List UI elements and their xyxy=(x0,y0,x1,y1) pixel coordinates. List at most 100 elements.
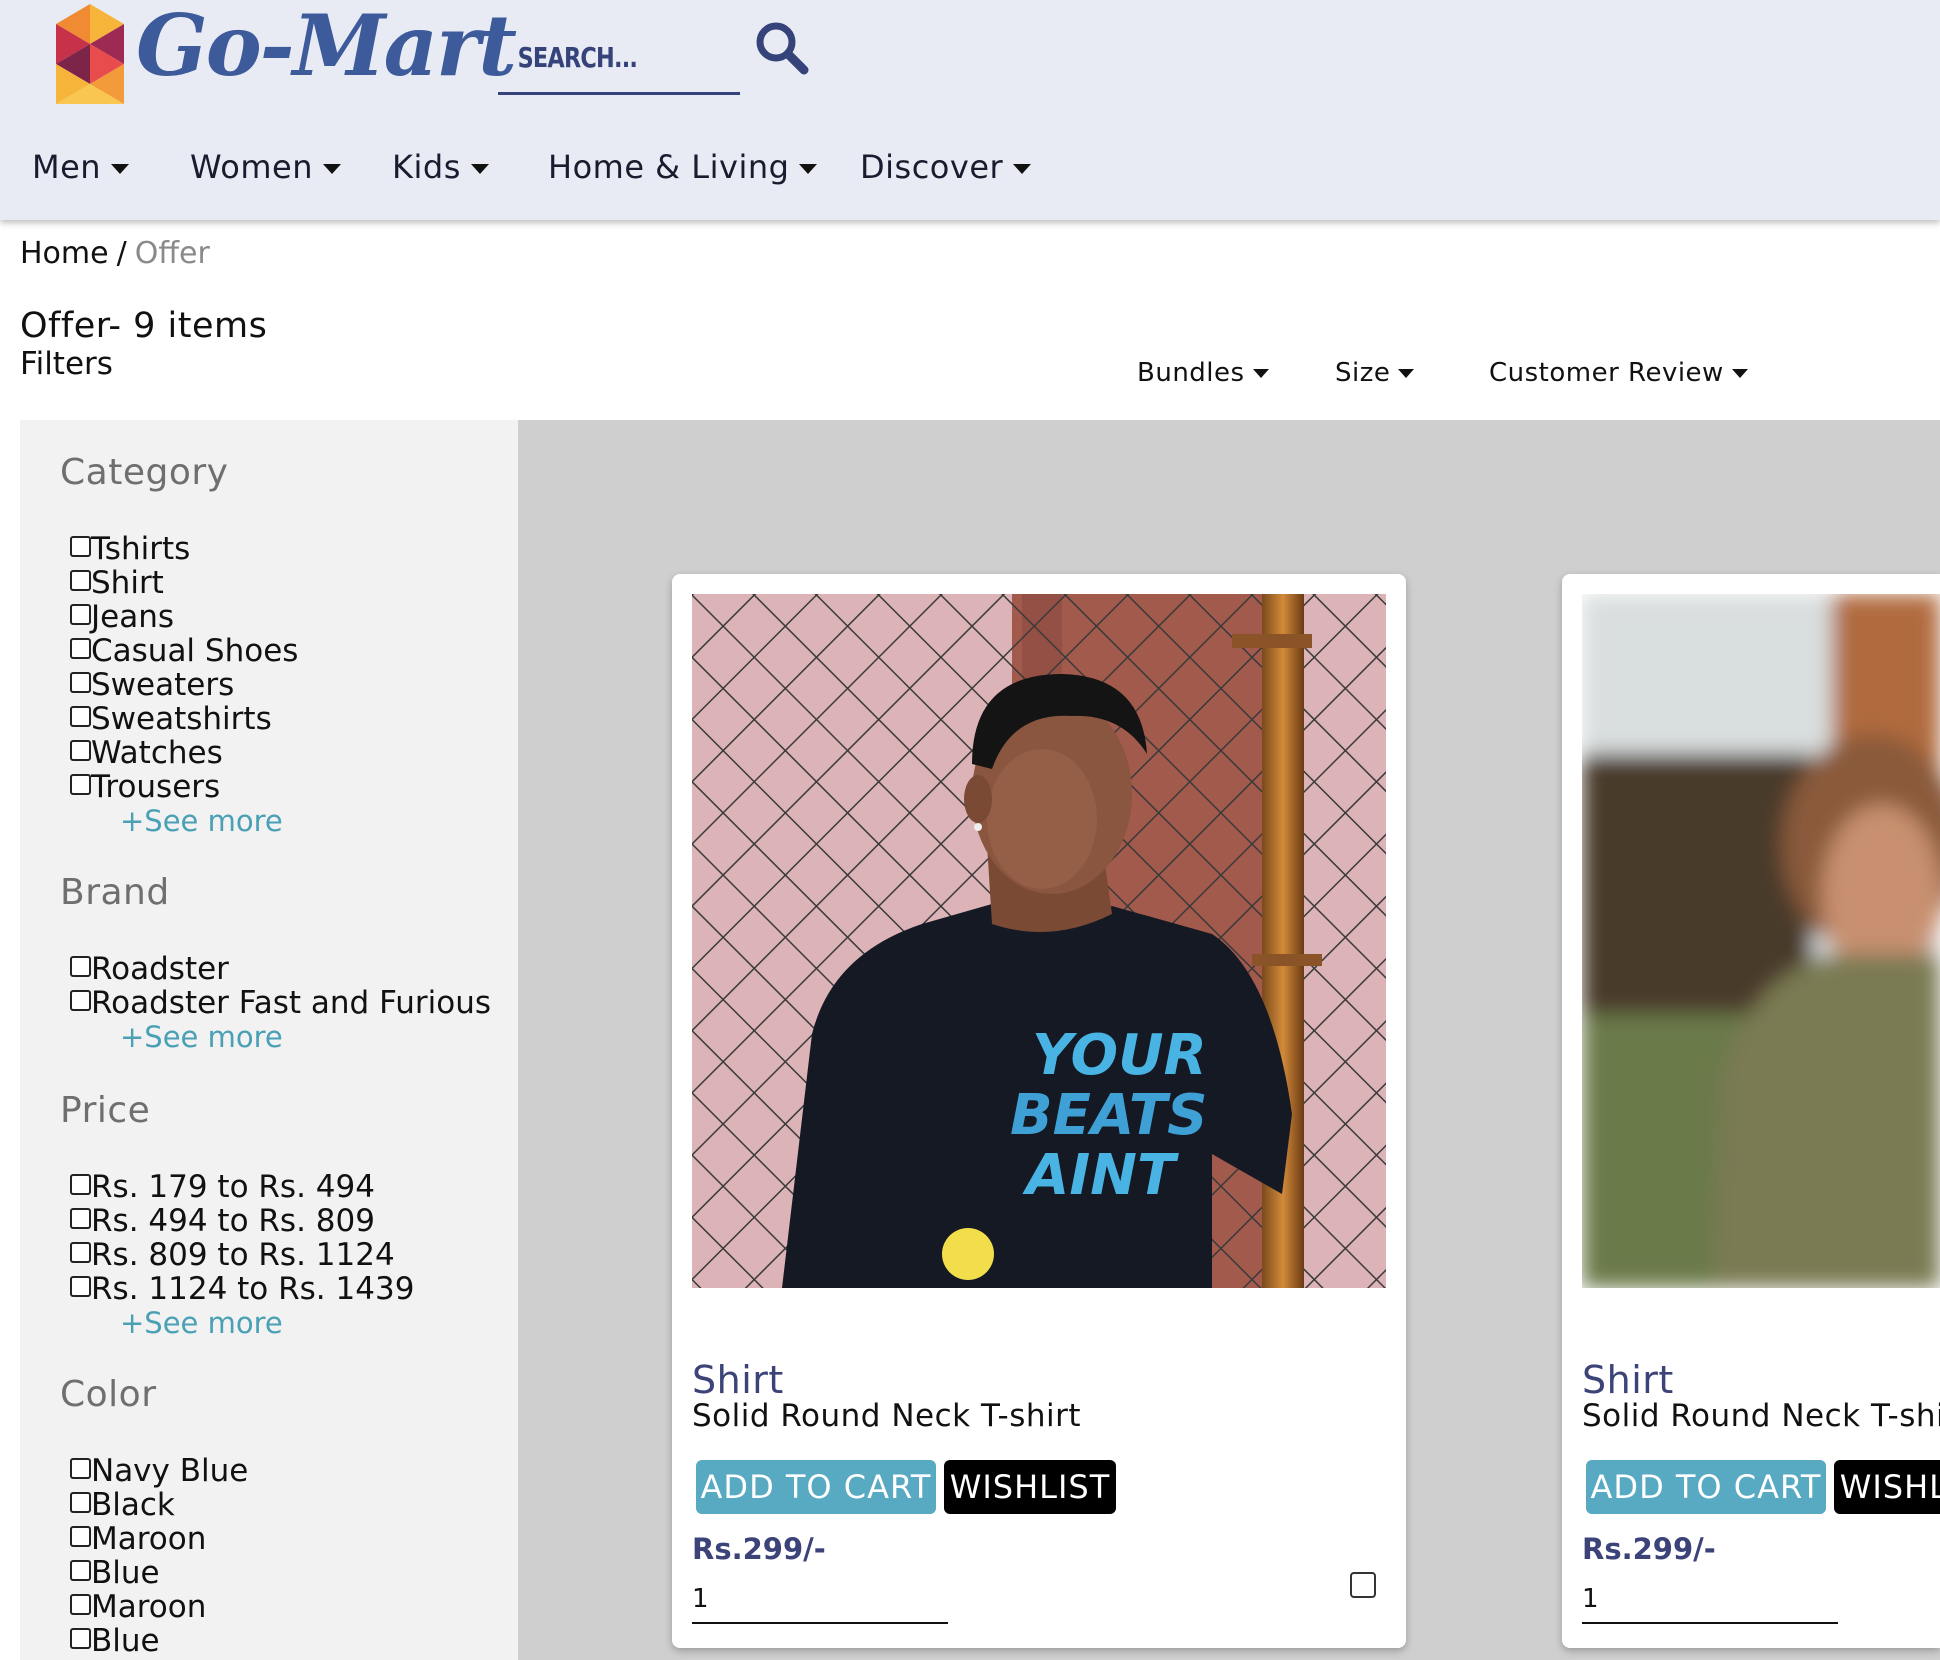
product-name[interactable]: Solid Round Neck T-shirt xyxy=(692,1398,1081,1434)
quantity-input[interactable] xyxy=(1582,1576,1838,1624)
filter-option-label: Rs. 179 to Rs. 494 xyxy=(91,1169,375,1205)
select-checkbox[interactable] xyxy=(1350,1572,1376,1598)
filter-option-label: Roadster Fast and Furious xyxy=(91,985,491,1021)
filter-option-blue-2[interactable]: Blue xyxy=(70,1624,160,1658)
brand-see-more-link[interactable]: +See more xyxy=(120,1020,283,1054)
price-see-more-link[interactable]: +See more xyxy=(120,1306,283,1340)
filter-option-label: Tshirts xyxy=(91,531,191,567)
checkbox[interactable] xyxy=(70,1560,91,1581)
facet-price-title: Price xyxy=(60,1090,151,1131)
checkbox[interactable] xyxy=(70,672,91,693)
filter-option-label: Maroon xyxy=(91,1589,207,1625)
nav-home-living[interactable]: Home & Living xyxy=(548,148,818,186)
checkbox[interactable] xyxy=(70,740,91,761)
caret-down-icon xyxy=(322,164,341,174)
nav-women[interactable]: Women xyxy=(190,148,341,186)
facet-brand-title: Brand xyxy=(60,872,170,913)
add-to-cart-button[interactable]: ADD TO CART xyxy=(1586,1460,1826,1514)
filter-option-blue[interactable]: Blue xyxy=(70,1556,160,1590)
product-image[interactable] xyxy=(1582,594,1940,1288)
filter-option-label: Casual Shoes xyxy=(91,633,299,669)
brand-name[interactable]: Go-Mart xyxy=(136,0,517,95)
breadcrumb-separator: / xyxy=(116,236,127,271)
checkbox[interactable] xyxy=(70,1242,91,1263)
checkbox[interactable] xyxy=(70,638,91,659)
search-input[interactable] xyxy=(516,36,688,78)
checkbox[interactable] xyxy=(70,956,91,977)
wishlist-button[interactable]: WISHLIST xyxy=(1834,1460,1940,1514)
checkbox[interactable] xyxy=(70,570,91,591)
checkbox[interactable] xyxy=(70,536,91,557)
filter-option-casual-shoes[interactable]: Casual Shoes xyxy=(70,634,298,668)
product-price: Rs.299/- xyxy=(692,1532,826,1566)
filter-option-label: Watches xyxy=(91,735,223,771)
checkbox[interactable] xyxy=(70,706,91,727)
filter-option-price-1[interactable]: Rs. 179 to Rs. 494 xyxy=(70,1170,375,1204)
product-card[interactable]: YOUR BEATS AINT Shirt Solid Round Neck T… xyxy=(672,574,1406,1648)
caret-down-icon xyxy=(1731,369,1748,378)
filter-option-label: Rs. 494 to Rs. 809 xyxy=(91,1203,375,1239)
breadcrumb-home-link[interactable]: Home xyxy=(20,236,109,271)
filter-option-label: Shirt xyxy=(91,565,164,601)
quantity-input[interactable] xyxy=(692,1576,948,1624)
search-icon[interactable] xyxy=(752,18,810,76)
filter-option-sweatshirts[interactable]: Sweatshirts xyxy=(70,702,272,736)
filter-option-navy-blue[interactable]: Navy Blue xyxy=(70,1454,248,1488)
caret-down-icon xyxy=(1398,369,1415,378)
checkbox[interactable] xyxy=(70,1174,91,1195)
nav-discover[interactable]: Discover xyxy=(860,148,1032,186)
product-image[interactable]: YOUR BEATS AINT xyxy=(692,594,1386,1288)
checkbox[interactable] xyxy=(70,1594,91,1615)
logo-icon[interactable] xyxy=(56,4,124,104)
category-see-more-link[interactable]: +See more xyxy=(120,804,283,838)
product-type: Shirt xyxy=(1582,1358,1674,1402)
filter-option-label: Sweaters xyxy=(91,667,235,703)
page-title: Offer- 9 items xyxy=(20,306,268,346)
checkbox[interactable] xyxy=(70,1526,91,1547)
search-box xyxy=(498,22,740,95)
caret-down-icon xyxy=(1013,164,1032,174)
checkbox[interactable] xyxy=(70,604,91,625)
nav-men[interactable]: Men xyxy=(32,148,130,186)
filters-label: Filters xyxy=(20,346,113,382)
filter-option-roadster-fast-furious[interactable]: Roadster Fast and Furious xyxy=(70,986,491,1020)
sort-review-dropdown[interactable]: Customer Review xyxy=(1489,358,1748,388)
product-type: Shirt xyxy=(692,1358,784,1402)
product-name[interactable]: Solid Round Neck T-shirt xyxy=(1582,1398,1940,1434)
checkbox[interactable] xyxy=(70,1628,91,1649)
tshirt-print-word: BEATS xyxy=(1010,1083,1207,1148)
filter-option-trousers[interactable]: Trousers xyxy=(70,770,220,804)
filter-option-shirt[interactable]: Shirt xyxy=(70,566,164,600)
filter-option-label: Roadster xyxy=(91,951,229,987)
filter-option-tshirts[interactable]: Tshirts xyxy=(70,532,190,566)
filter-option-label: Blue xyxy=(91,1555,160,1591)
filter-option-price-3[interactable]: Rs. 809 to Rs. 1124 xyxy=(70,1238,395,1272)
filter-option-maroon[interactable]: Maroon xyxy=(70,1522,206,1556)
sort-bundles-dropdown[interactable]: Bundles xyxy=(1137,358,1269,388)
nav-women-label: Women xyxy=(190,148,313,186)
nav-kids[interactable]: Kids xyxy=(392,148,489,186)
filter-option-maroon-2[interactable]: Maroon xyxy=(70,1590,206,1624)
checkbox[interactable] xyxy=(70,774,91,795)
checkbox[interactable] xyxy=(70,990,91,1011)
product-card[interactable]: Shirt Solid Round Neck T-shirt ADD TO CA… xyxy=(1562,574,1940,1648)
filter-option-label: Blue xyxy=(91,1623,160,1659)
checkbox[interactable] xyxy=(70,1492,91,1513)
filter-option-sweaters[interactable]: Sweaters xyxy=(70,668,234,702)
sort-bundles-label: Bundles xyxy=(1137,358,1245,388)
checkbox[interactable] xyxy=(70,1208,91,1229)
site-header: Go-Mart Men Women Kids Home & Living Dis… xyxy=(0,0,1940,220)
nav-kids-label: Kids xyxy=(392,148,461,186)
filter-option-roadster[interactable]: Roadster xyxy=(70,952,229,986)
wishlist-button[interactable]: WISHLIST xyxy=(944,1460,1116,1514)
filter-option-jeans[interactable]: Jeans xyxy=(70,600,174,634)
add-to-cart-button[interactable]: ADD TO CART xyxy=(696,1460,936,1514)
filter-option-black[interactable]: Black xyxy=(70,1488,175,1522)
checkbox[interactable] xyxy=(70,1458,91,1479)
tshirt-print-word: YOUR xyxy=(1032,1023,1207,1088)
filter-option-watches[interactable]: Watches xyxy=(70,736,223,770)
filter-option-price-4[interactable]: Rs. 1124 to Rs. 1439 xyxy=(70,1272,414,1306)
sort-size-dropdown[interactable]: Size xyxy=(1335,358,1415,388)
checkbox[interactable] xyxy=(70,1276,91,1297)
filter-option-price-2[interactable]: Rs. 494 to Rs. 809 xyxy=(70,1204,375,1238)
